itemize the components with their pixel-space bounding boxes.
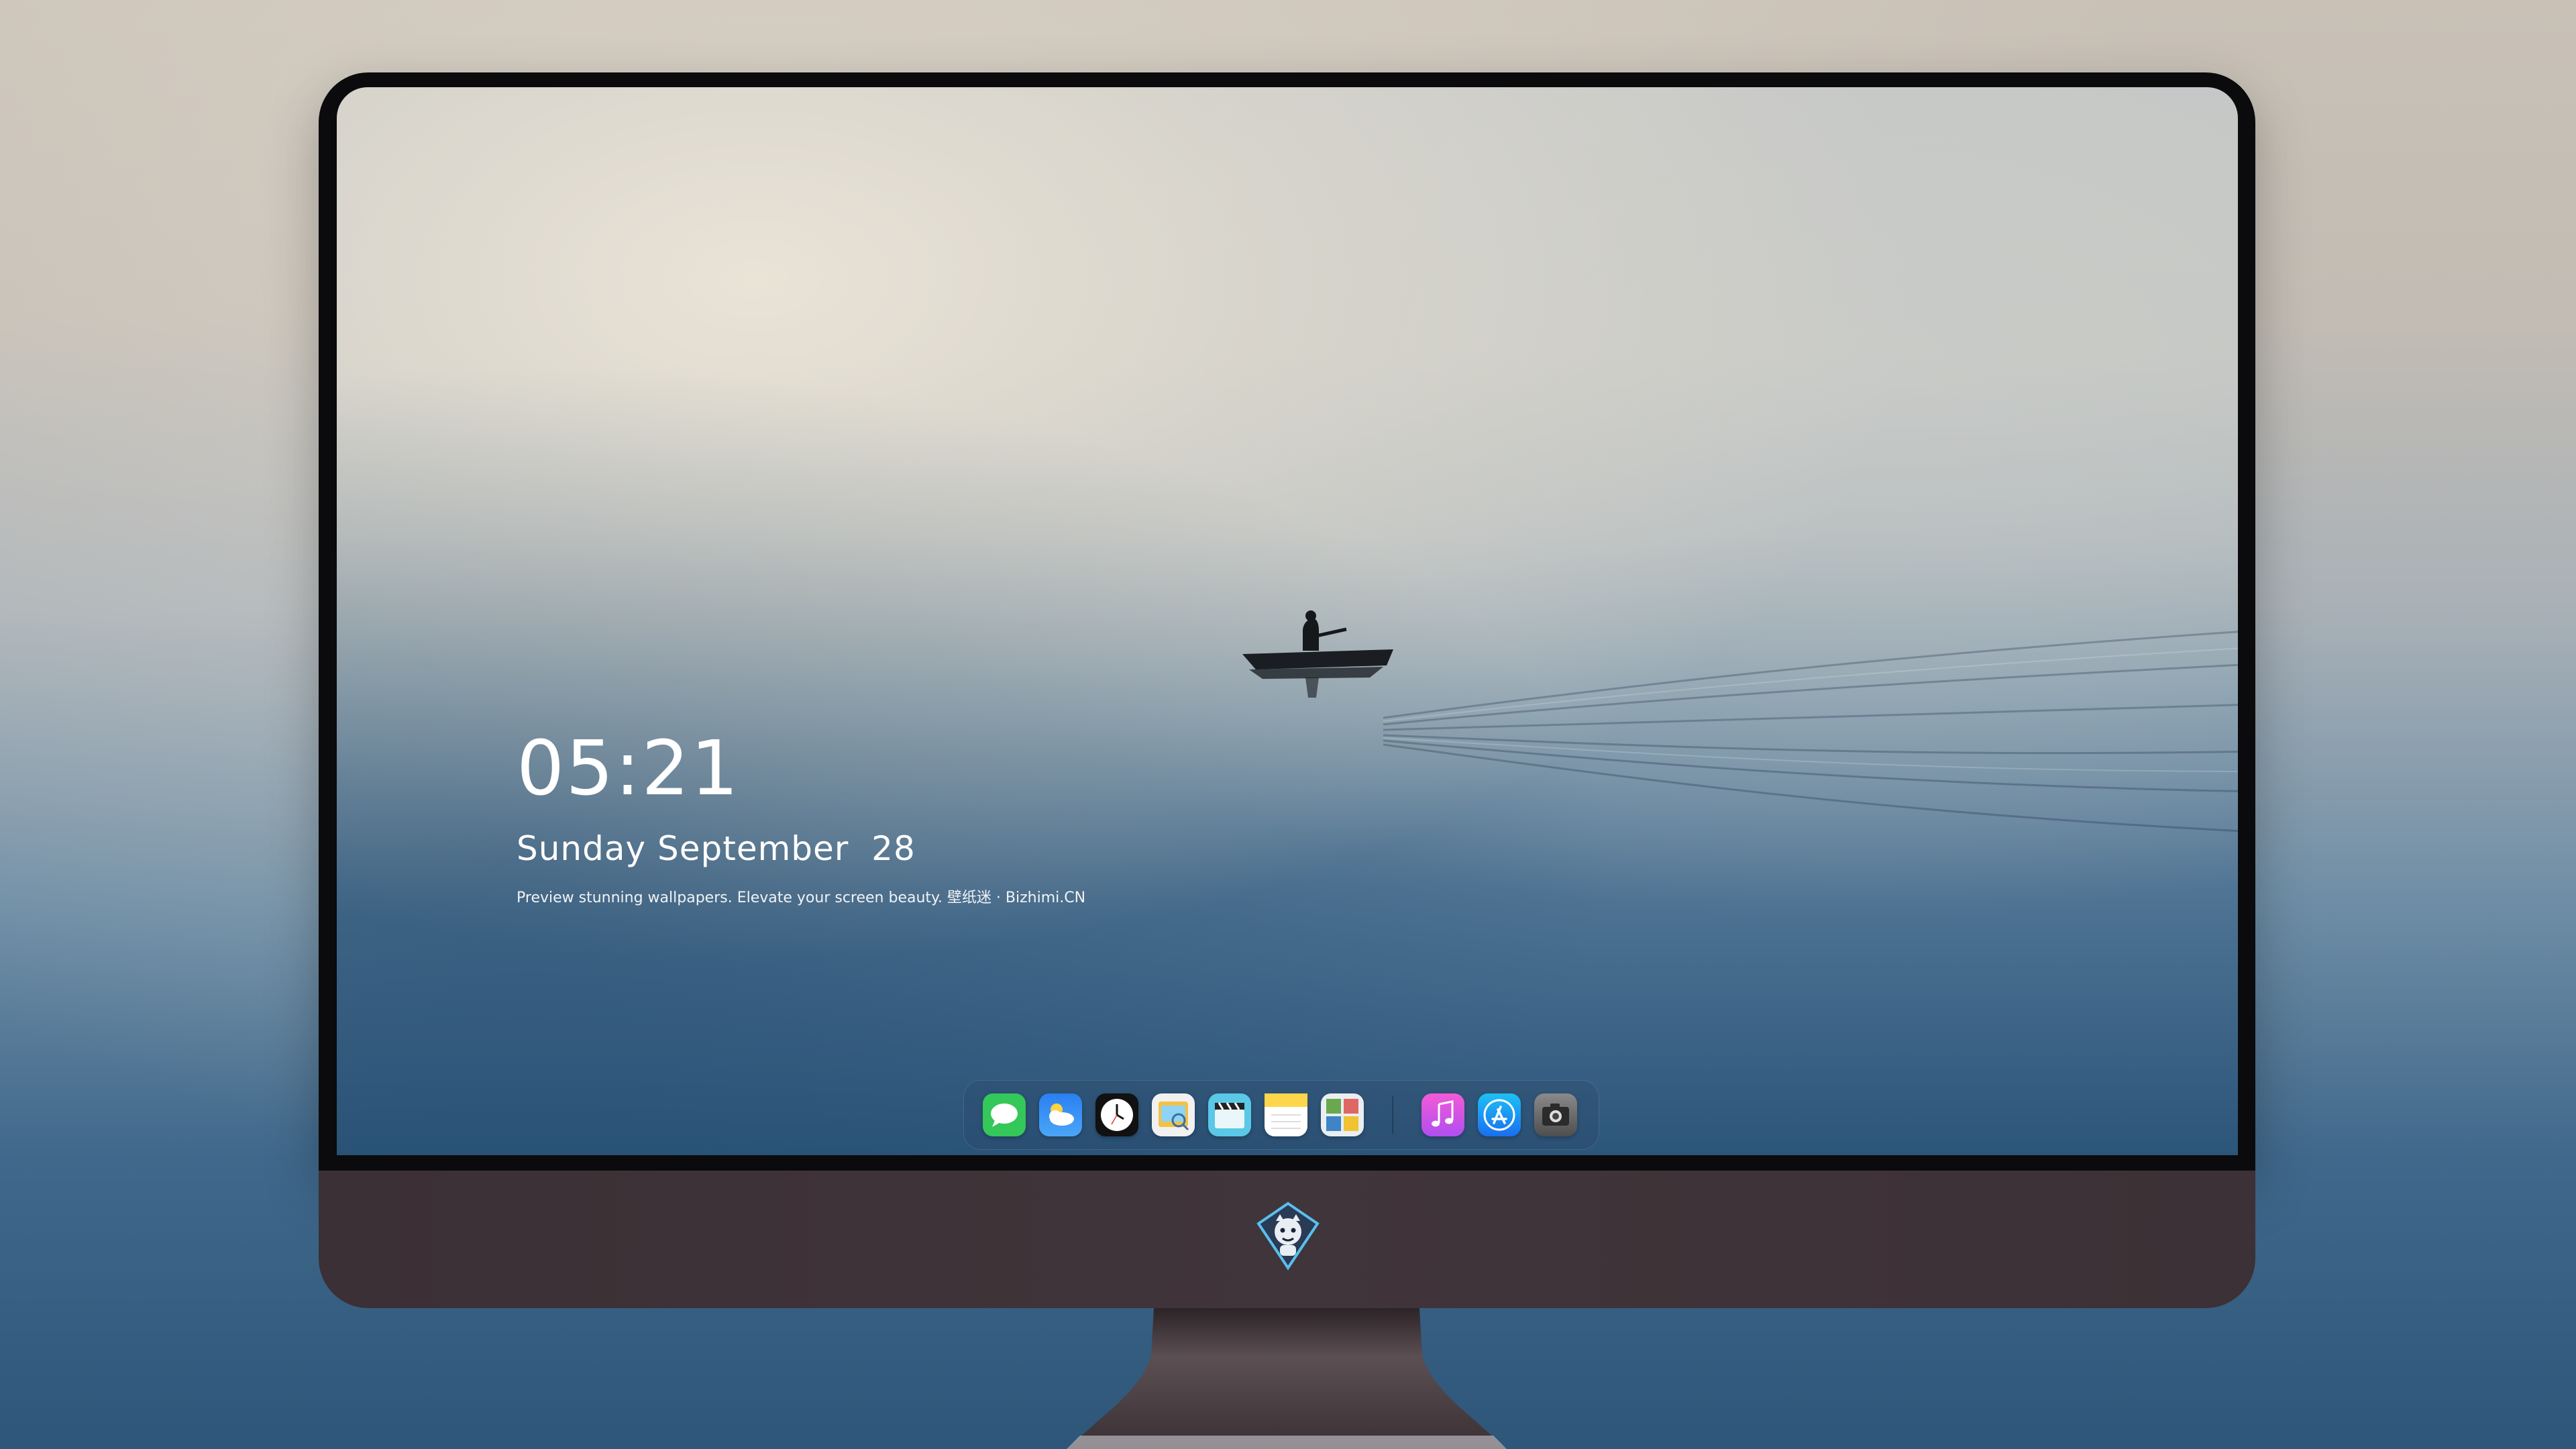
brand-logo-icon <box>1256 1201 1320 1271</box>
clock-date: Sunday September 28 <box>517 829 916 868</box>
rowboat-silhouette <box>1242 610 1393 698</box>
notes-app-button[interactable] <box>1265 1093 1307 1136</box>
monitor-stand <box>1067 1308 1507 1449</box>
preview-app-button[interactable] <box>1152 1093 1195 1136</box>
dock-separator <box>1392 1096 1393 1134</box>
photo-gallery-app-button[interactable] <box>1321 1093 1364 1136</box>
music-app-button[interactable] <box>1421 1093 1464 1136</box>
weather-app-button[interactable] <box>1039 1093 1082 1136</box>
desktop-screen: 05:21 Sunday September 28 Preview stunni… <box>337 87 2238 1155</box>
preview-icon <box>1159 1102 1189 1131</box>
camera-icon <box>1542 1104 1569 1126</box>
dock <box>963 1080 1599 1150</box>
clips-app-button[interactable] <box>1208 1093 1251 1136</box>
clock-icon <box>1101 1099 1133 1131</box>
photo-gallery-icon <box>1326 1099 1358 1131</box>
app-store-icon <box>1483 1099 1515 1131</box>
wallpaper-tagline: Preview stunning wallpapers. Elevate you… <box>517 890 1086 906</box>
lock-screen-clock: 05:21 Sunday September 28 Preview stunni… <box>517 731 1085 907</box>
messages-app-button[interactable] <box>983 1093 1026 1136</box>
clock-time: 05:21 <box>517 725 740 812</box>
music-icon <box>1432 1100 1454 1127</box>
weather-icon <box>1049 1104 1074 1126</box>
camera-app-button[interactable] <box>1534 1093 1577 1136</box>
clips-icon <box>1215 1102 1244 1128</box>
clock-app-button[interactable] <box>1095 1093 1138 1136</box>
notes-icon <box>1265 1093 1307 1129</box>
app-store-app-button[interactable] <box>1478 1093 1521 1136</box>
monitor-bezel-bottom <box>319 1155 2255 1171</box>
messages-icon <box>991 1104 1018 1127</box>
boat-wake-ripples <box>1383 631 2238 833</box>
